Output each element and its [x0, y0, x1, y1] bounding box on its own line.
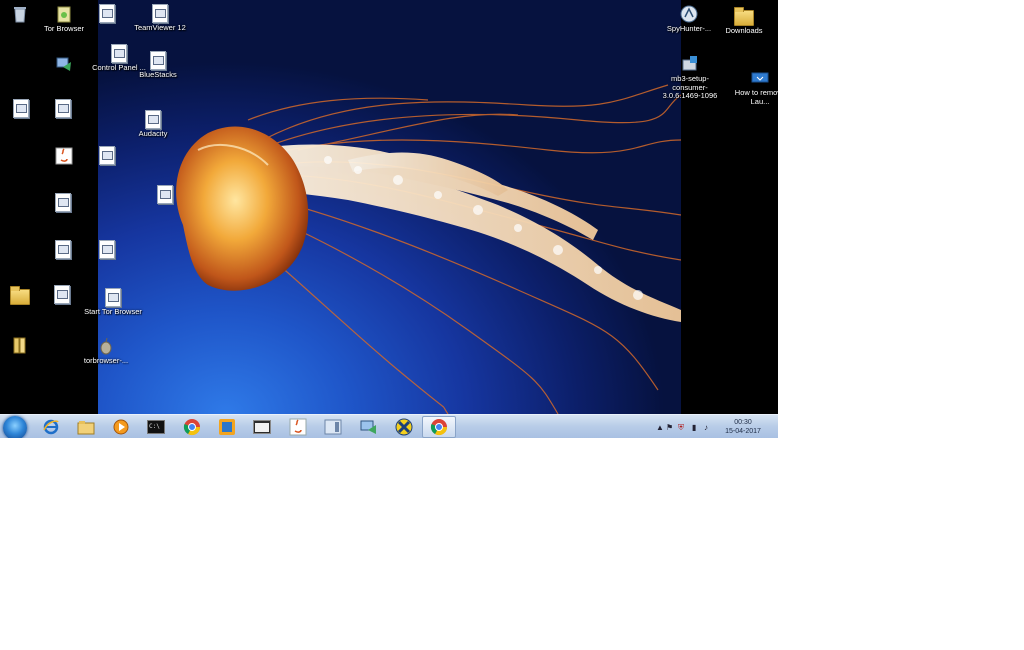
file-explorer-icon[interactable] — [71, 416, 101, 438]
network-app-icon[interactable] — [354, 416, 384, 438]
start-tor-browser-icon[interactable]: Start Tor Browser — [81, 288, 145, 317]
torbrowser-onion-icon[interactable]: torbrowser-... — [74, 336, 138, 366]
file-icon[interactable] — [75, 146, 139, 166]
icon-label: TeamViewer 12 — [134, 23, 186, 32]
windows-app-icon[interactable] — [212, 416, 242, 438]
start-button[interactable] — [3, 416, 27, 438]
internet-explorer-icon[interactable] — [36, 416, 66, 438]
clock-date: 15-04-2017 — [725, 428, 761, 435]
installer-icon[interactable]: mb3-setup-consumer-3.0.6.1469-1096 — [658, 54, 722, 101]
icon-label: BlueStacks — [139, 70, 177, 79]
file-icon[interactable] — [31, 99, 95, 119]
java-icon[interactable] — [283, 416, 313, 438]
icon-label: Downloads — [725, 26, 763, 35]
clock-time: 00:30 — [734, 419, 752, 426]
downloads-folder-icon[interactable]: Downloads — [712, 7, 776, 36]
icon-label: Tor Browser — [43, 24, 84, 33]
show-hidden-icons-icon[interactable]: ▲ — [656, 423, 664, 432]
blank-window-icon[interactable] — [247, 416, 277, 438]
icon-label: Start Tor Browser — [84, 307, 142, 316]
media-player-icon[interactable] — [106, 416, 136, 438]
file-icon[interactable] — [133, 185, 197, 205]
network-icon[interactable] — [32, 53, 96, 74]
security-icon[interactable]: ⛨ — [678, 423, 684, 433]
icon-label: mb3-setup-consumer-3.0.6.1469-1096 — [662, 74, 718, 100]
chrome-icon[interactable] — [177, 416, 207, 438]
desktop-screen: Tor Browser TeamViewer 12 Control Panel … — [0, 0, 778, 438]
icon-label: torbrowser-... — [83, 356, 129, 365]
books-icon[interactable] — [0, 335, 52, 356]
document-window-icon[interactable] — [318, 416, 348, 438]
audacity-icon[interactable]: Audacity — [121, 110, 185, 139]
taskbar: C:\ ▲ ⚑ ⛨ ▮ ♪ 00:30 15-04-2017 — [0, 414, 778, 438]
svg-text:C:\: C:\ — [149, 423, 160, 430]
flag-icon[interactable]: ⚑ — [666, 423, 673, 432]
teamviewer-icon[interactable]: TeamViewer 12 — [128, 4, 192, 33]
file-icon[interactable] — [31, 193, 95, 213]
xming-icon[interactable] — [389, 416, 419, 438]
system-tray: ▲ ⚑ ⛨ ▮ ♪ 00:30 15-04-2017 — [652, 415, 778, 438]
clock[interactable]: 00:30 15-04-2017 — [722, 418, 764, 436]
network-signal-icon[interactable]: ▮ — [692, 423, 696, 432]
bluestacks-icon[interactable]: BlueStacks — [126, 51, 190, 80]
command-prompt-icon[interactable]: C:\ — [141, 416, 171, 438]
icon-label: Audacity — [138, 129, 168, 138]
volume-icon[interactable]: ♪ — [704, 423, 708, 432]
chrome-icon[interactable] — [422, 416, 456, 438]
file-icon[interactable] — [75, 240, 139, 260]
icon-label: How to remove Lau... — [734, 88, 778, 106]
link-file-icon[interactable]: How to remove Lau... — [728, 68, 778, 106]
